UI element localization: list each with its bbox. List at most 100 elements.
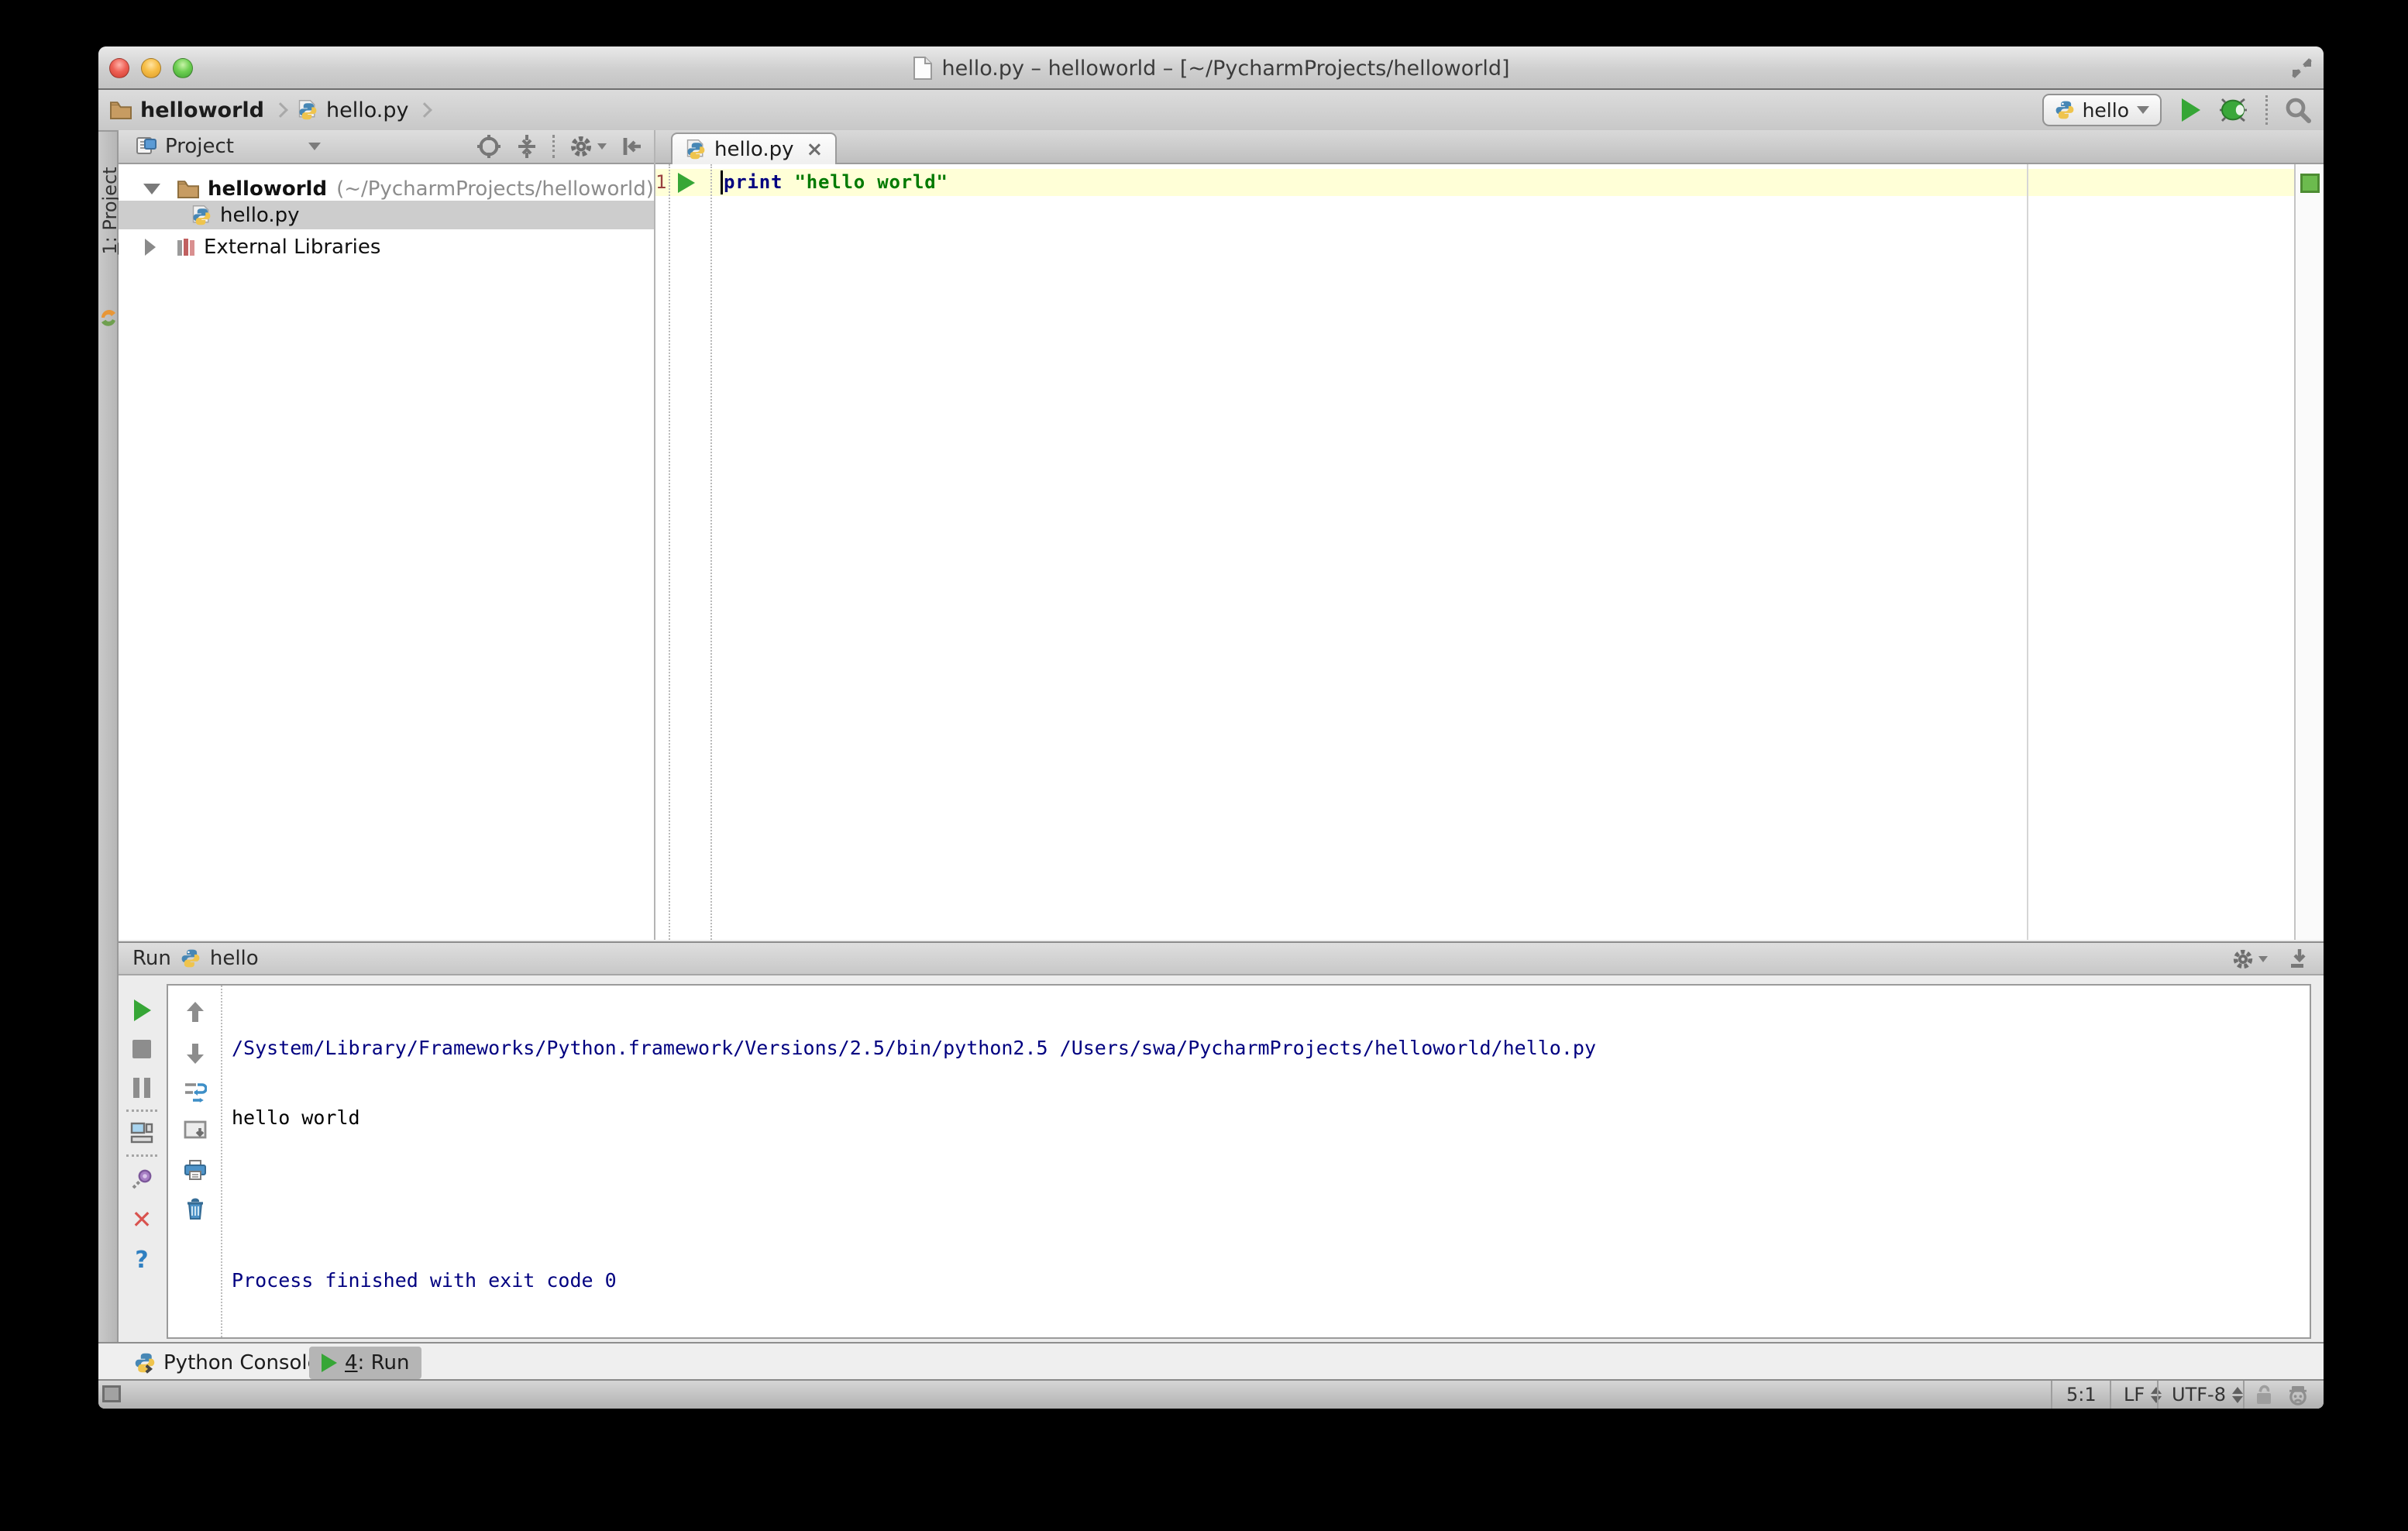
print-button[interactable] xyxy=(168,1154,222,1185)
title-bar: hello.py – helloworld – [~/PycharmProjec… xyxy=(98,46,2324,90)
window-title: hello.py – helloworld – [~/PycharmProjec… xyxy=(941,56,1510,81)
tab-run[interactable]: 4: Run xyxy=(309,1347,422,1379)
breadcrumb: helloworld hello.py xyxy=(109,90,433,130)
breadcrumb-item-file[interactable]: hello.py xyxy=(326,98,408,122)
console[interactable]: /System/Library/Frameworks/Python.framew… xyxy=(167,984,2311,1339)
pin-button[interactable] xyxy=(119,1164,165,1195)
debug-button[interactable] xyxy=(2219,98,2248,122)
console-output: /System/Library/Frameworks/Python.framew… xyxy=(232,990,2305,1339)
tree-row-libraries[interactable]: External Libraries xyxy=(119,232,655,261)
inspection-indicator[interactable] xyxy=(2300,174,2320,193)
chevron-right-icon xyxy=(417,102,433,118)
collapse-all-button[interactable] xyxy=(515,134,538,159)
tab-label: hello.py xyxy=(714,137,794,161)
gutter-separator xyxy=(669,164,670,940)
folder-icon xyxy=(109,100,132,120)
toolbar-separator xyxy=(552,135,555,158)
chevron-right-icon xyxy=(273,102,288,118)
screen: hello.py – helloworld – [~/PycharmProjec… xyxy=(0,0,2408,1531)
gutter-separator xyxy=(710,164,712,940)
python-file-icon xyxy=(191,205,212,226)
document-icon xyxy=(913,56,933,81)
console-line: Process finished with exit code 0 xyxy=(232,1269,617,1292)
chevron-down-icon xyxy=(2258,956,2268,962)
search-button[interactable] xyxy=(2285,97,2311,123)
updown-icon xyxy=(2231,1386,2243,1403)
gear-button[interactable] xyxy=(2231,948,2268,971)
tree-row-root[interactable]: helloworld (~/PycharmProjects/helloworld… xyxy=(119,174,655,203)
caret-position[interactable]: 5:1 xyxy=(2066,1381,2097,1409)
tool-window-bar: Python Console 4: Run xyxy=(98,1342,2324,1379)
tree-row-file-selected[interactable]: hello.py xyxy=(119,201,655,229)
python-icon xyxy=(181,948,201,968)
scroll-to-end-button[interactable] xyxy=(168,1116,222,1147)
tab-python-console[interactable]: Python Console xyxy=(122,1347,332,1379)
toolbar-separator xyxy=(126,1110,157,1112)
tree-root-label: helloworld xyxy=(208,177,328,201)
run-configuration-label: hello xyxy=(2082,98,2129,122)
statusbar-separator xyxy=(2243,1381,2245,1409)
close-icon[interactable]: × xyxy=(807,138,824,161)
encoding-select[interactable]: UTF-8 xyxy=(2172,1381,2243,1409)
close-run-button[interactable]: ✕ xyxy=(119,1204,165,1235)
hide-button[interactable] xyxy=(2288,948,2311,971)
tree-collapse-icon[interactable] xyxy=(143,183,160,194)
run-icon xyxy=(322,1354,337,1372)
rerun-button[interactable] xyxy=(119,995,165,1026)
code-string: "hello world" xyxy=(794,171,948,193)
tab-hello-py[interactable]: hello.py × xyxy=(671,132,838,164)
hide-panel-button[interactable] xyxy=(621,135,644,158)
tree-expand-icon[interactable] xyxy=(145,238,156,256)
project-panel: Project helloworld (~/PycharmProjects/he… xyxy=(119,130,655,940)
gear-button[interactable] xyxy=(569,134,607,159)
status-bar: 5:1 LF UTF-8 xyxy=(98,1379,2324,1409)
tool-window-button-project[interactable]: 1: Project xyxy=(99,149,121,273)
locate-button[interactable] xyxy=(476,134,501,159)
run-config-name: hello xyxy=(209,947,259,970)
tree-file-label: hello.py xyxy=(220,203,300,227)
run-button[interactable] xyxy=(2179,97,2202,123)
console-toolbar xyxy=(168,986,222,1337)
run-panel-title: Run xyxy=(132,947,171,970)
tab-python-console-label: Python Console xyxy=(163,1351,320,1374)
lock-icon[interactable] xyxy=(2254,1381,2274,1409)
chevron-down-icon[interactable] xyxy=(308,143,321,150)
project-panel-title[interactable]: Project xyxy=(165,135,234,158)
python-console-icon xyxy=(134,1352,156,1374)
console-line: /System/Library/Frameworks/Python.framew… xyxy=(232,1037,1596,1059)
code-editor[interactable]: 1 print "hello world" xyxy=(655,164,2294,940)
toolbar-separator xyxy=(2265,95,2268,125)
text-caret xyxy=(721,170,723,194)
pycharm-window: hello.py – helloworld – [~/PycharmProjec… xyxy=(98,46,2324,1409)
tree-libraries-label: External Libraries xyxy=(204,235,381,259)
run-line-icon[interactable] xyxy=(678,173,695,193)
tool-strip-icon[interactable] xyxy=(98,307,119,329)
code-keyword: print xyxy=(724,171,783,193)
line-separator-select[interactable]: LF xyxy=(2124,1381,2162,1409)
python-file-icon xyxy=(297,99,318,121)
pause-button[interactable] xyxy=(119,1072,165,1103)
annotation-strip xyxy=(2294,164,2324,940)
toggle-tool-windows-button[interactable] xyxy=(102,1385,121,1402)
stop-button[interactable] xyxy=(119,1034,165,1065)
inspection-profile-icon[interactable] xyxy=(2286,1381,2310,1409)
clear-all-button[interactable] xyxy=(168,1193,222,1224)
code-line: print "hello world" xyxy=(724,171,948,193)
run-toolbar: ✕ ? xyxy=(119,976,165,1340)
fullscreen-icon[interactable] xyxy=(2288,54,2316,82)
python-icon xyxy=(2055,100,2075,120)
show-console-button[interactable] xyxy=(119,1117,165,1148)
up-stack-button[interactable] xyxy=(168,996,222,1027)
run-configuration-selector[interactable]: hello xyxy=(2042,94,2162,126)
tab-run-label: 4: Run xyxy=(345,1351,410,1374)
line-number: 1 xyxy=(655,171,667,193)
breadcrumb-item-project[interactable]: helloworld xyxy=(140,98,264,122)
help-button[interactable]: ? xyxy=(119,1244,165,1275)
chevron-down-icon xyxy=(597,143,607,150)
project-view-icon xyxy=(136,136,157,157)
down-stack-button[interactable] xyxy=(168,1038,222,1069)
soft-wrap-button[interactable] xyxy=(168,1077,222,1108)
project-panel-header: Project xyxy=(119,130,655,164)
navigation-bar: helloworld hello.py hello xyxy=(98,90,2324,132)
